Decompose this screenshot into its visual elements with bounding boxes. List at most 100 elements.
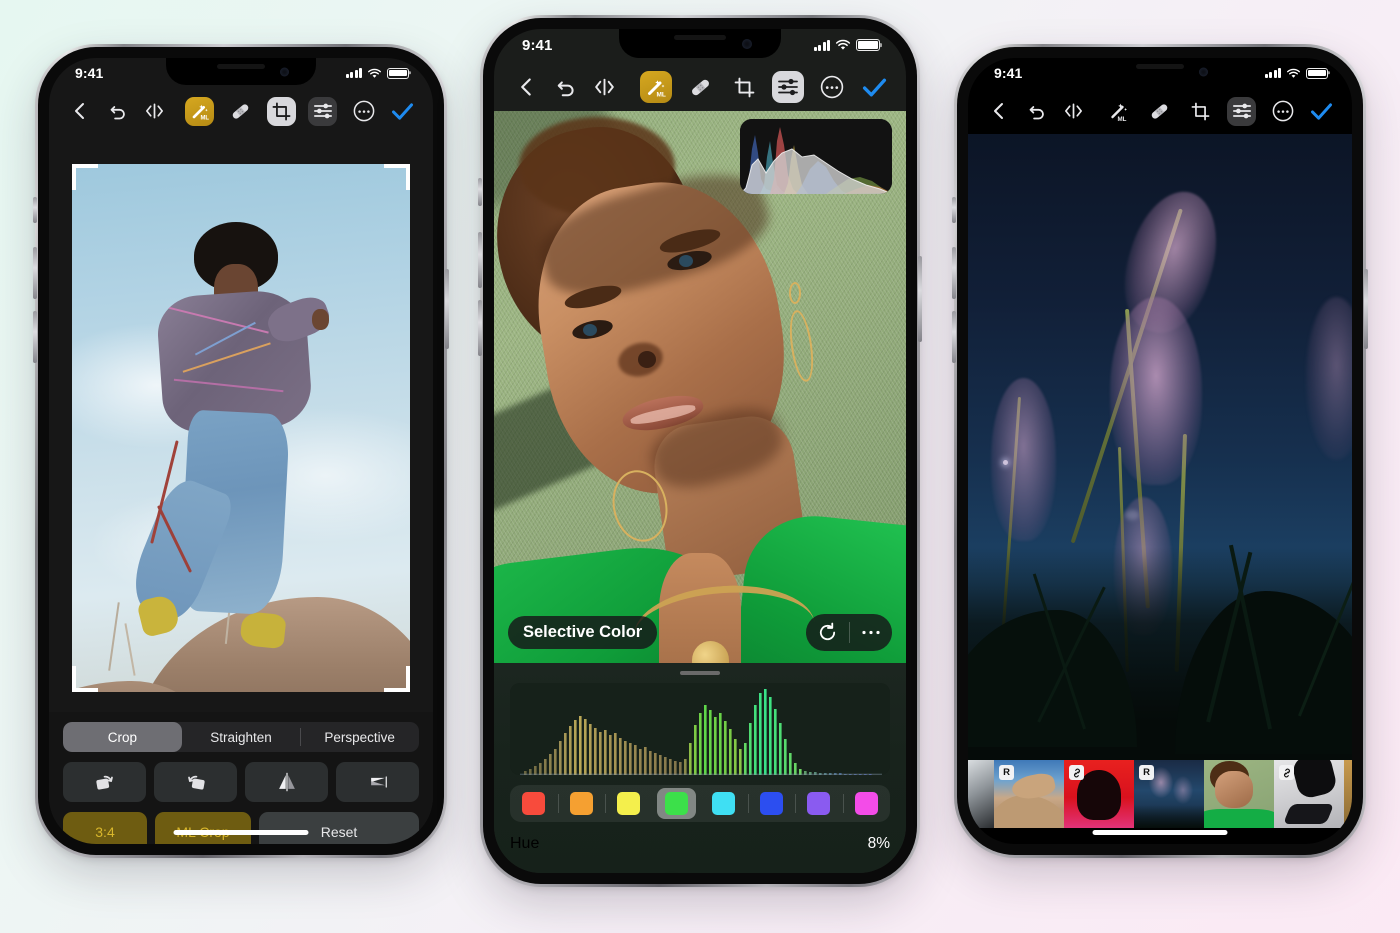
crop-handle-br-v[interactable]: [406, 666, 410, 692]
transform-button-row: [63, 762, 419, 802]
reset-button[interactable]: Reset: [259, 812, 419, 844]
crop-mode-segmented-control[interactable]: Crop Straighten Perspective: [63, 722, 419, 752]
back-button-2[interactable]: [510, 71, 542, 103]
done-checkmark-icon-3[interactable]: [1307, 97, 1336, 126]
home-indicator-3[interactable]: [1092, 830, 1228, 835]
volume-down-button-2[interactable]: [478, 300, 482, 356]
mute-switch-2[interactable]: [478, 178, 482, 206]
sheet-grabber[interactable]: [680, 671, 720, 675]
histogram-chart: [510, 683, 890, 775]
volume-up-button-2[interactable]: [478, 232, 482, 288]
photo-portrait-green-wall[interactable]: Selective Color: [494, 111, 906, 663]
swatch-blue[interactable]: [747, 785, 796, 822]
done-checkmark-icon[interactable]: [388, 97, 417, 126]
color-swatch-row[interactable]: [510, 785, 890, 822]
undo-button[interactable]: [103, 96, 133, 126]
swatch-orange[interactable]: [557, 785, 606, 822]
power-button[interactable]: [445, 269, 449, 349]
front-camera-2: [741, 38, 752, 49]
swatch-red[interactable]: [510, 785, 558, 822]
ellipsis-circle-icon[interactable]: [349, 97, 378, 126]
status-clock-3: 9:41: [994, 65, 1023, 81]
mute-switch[interactable]: [33, 197, 37, 223]
volume-down-button[interactable]: [33, 311, 37, 363]
earpiece-speaker-2: [674, 35, 726, 40]
compare-button[interactable]: [139, 96, 169, 126]
undo-button-3[interactable]: [1022, 96, 1052, 126]
ml-wand-icon[interactable]: ML: [185, 96, 214, 126]
swatch-magenta[interactable]: [842, 785, 891, 822]
ml-crop-button[interactable]: ML Crop: [155, 812, 251, 844]
ellipsis-circle-icon-2[interactable]: [816, 71, 848, 103]
crop-canvas[interactable]: [49, 134, 433, 712]
crop-icon-2[interactable]: [728, 71, 760, 103]
segment-straighten[interactable]: Straighten: [182, 722, 301, 752]
power-button-3[interactable]: [1364, 269, 1368, 349]
thumb-5-badge: [1279, 765, 1294, 780]
hue-slider-row: Hue 8%: [494, 835, 906, 873]
tool-action-pill: [806, 614, 892, 651]
crop-icon-3[interactable]: [1186, 97, 1215, 126]
back-button-3[interactable]: [984, 96, 1014, 126]
crop-handle-bl-v[interactable]: [72, 666, 76, 692]
filmstrip[interactable]: R R: [968, 760, 1352, 828]
svg-text:ML: ML: [657, 92, 666, 99]
front-camera: [280, 67, 289, 76]
flip-vertical-button[interactable]: [336, 762, 419, 802]
crop-icon[interactable]: [267, 96, 296, 126]
thumb-5[interactable]: [1274, 760, 1344, 828]
done-checkmark-icon-2[interactable]: [858, 71, 890, 103]
thumb-3-badge: R: [1139, 765, 1154, 780]
wifi-icon-2: [835, 39, 851, 50]
swatch-green[interactable]: [653, 785, 701, 822]
earpiece-speaker-3: [1136, 64, 1184, 69]
volume-up-button-3[interactable]: [952, 247, 956, 299]
thumb-1-badge: R: [999, 765, 1014, 780]
ml-wand-icon-2[interactable]: ML: [640, 71, 672, 103]
sliders-icon-2[interactable]: [772, 71, 804, 103]
undo-button-2[interactable]: [550, 71, 582, 103]
aspect-ratio-button[interactable]: 3:4: [63, 812, 147, 844]
battery-icon: [387, 67, 409, 79]
volume-down-button-3[interactable]: [952, 311, 956, 363]
rgb-histogram-chart: [740, 119, 892, 194]
sliders-icon-3[interactable]: [1227, 96, 1256, 126]
editor-toolbar: ML: [49, 88, 433, 134]
back-button[interactable]: [65, 96, 95, 126]
thumb-6[interactable]: [1344, 760, 1352, 828]
crop-handle-tl-v[interactable]: [72, 164, 76, 190]
bandage-icon-2[interactable]: [684, 71, 716, 103]
tool-options-button[interactable]: [850, 629, 893, 636]
sliders-icon[interactable]: [308, 96, 337, 126]
bandage-icon-3[interactable]: [1145, 97, 1174, 126]
thumb-0[interactable]: [968, 760, 994, 828]
thumb-2[interactable]: [1064, 760, 1134, 828]
rotate-left-button[interactable]: [63, 762, 146, 802]
segment-crop[interactable]: Crop: [63, 722, 182, 752]
rotate-right-button[interactable]: [154, 762, 237, 802]
home-indicator[interactable]: [173, 830, 309, 835]
photo-pampas-night[interactable]: [968, 134, 1352, 760]
compare-button-3[interactable]: [1058, 96, 1088, 126]
screen-selective-color: 9:41 ML Selective Color Hue 8%: [494, 29, 906, 873]
swatch-purple[interactable]: [795, 785, 843, 822]
swatch-yellow[interactable]: [605, 785, 653, 822]
crop-handle-tr-v[interactable]: [406, 164, 410, 190]
power-button-2[interactable]: [918, 256, 922, 342]
swatch-cyan[interactable]: [700, 785, 748, 822]
mute-switch-3[interactable]: [952, 197, 956, 223]
notch-2: [619, 29, 781, 58]
thumb-1[interactable]: R: [994, 760, 1064, 828]
flip-horizontal-button[interactable]: [245, 762, 328, 802]
thumb-3[interactable]: R: [1134, 760, 1204, 828]
ml-wand-icon-3[interactable]: ML: [1104, 97, 1133, 126]
reset-tool-button[interactable]: [806, 622, 849, 643]
compare-button-2[interactable]: [588, 71, 620, 103]
ellipsis-circle-icon-3[interactable]: [1268, 97, 1297, 126]
bandage-icon[interactable]: [226, 97, 255, 126]
volume-up-button[interactable]: [33, 247, 37, 299]
phone-library: 9:41 ML R R: [952, 44, 1368, 858]
thumb-4[interactable]: [1204, 760, 1274, 828]
segment-perspective[interactable]: Perspective: [300, 722, 419, 752]
wifi-icon-3: [1287, 68, 1300, 78]
